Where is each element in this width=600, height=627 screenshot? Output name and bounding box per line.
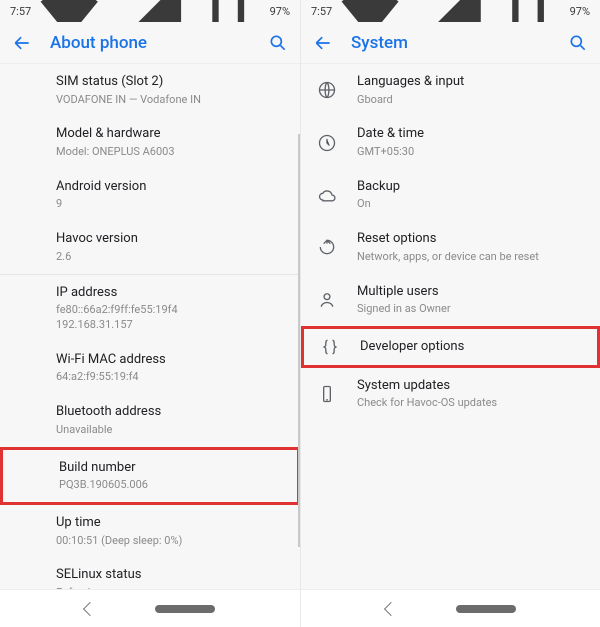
list-item[interactable]: SIM status (Slot 2) VODAFONE IN — Vodafon… [0, 64, 300, 116]
nav-back[interactable] [83, 601, 97, 615]
list-item[interactable]: System updatesCheck for Havoc-OS updates [301, 368, 600, 420]
nav-home[interactable] [155, 605, 215, 613]
status-time: 7:57 [311, 5, 332, 18]
list-item-secondary: Model: ONEPLUS A6003 [56, 145, 284, 160]
navbar [301, 589, 600, 627]
list-item-primary: IP address [56, 284, 284, 302]
list-item[interactable]: Wi-Fi MAC address64:a2:f9:55:19:f4 [0, 342, 300, 394]
list-item-primary: System updates [357, 377, 584, 395]
navbar [0, 589, 300, 627]
list-item[interactable]: Developer options [301, 326, 600, 368]
list-item-secondary: 2.6 [56, 250, 284, 265]
list-item[interactable]: Model & hardware Model: ONEPLUS A6003 [0, 116, 300, 168]
back-button[interactable] [313, 33, 333, 53]
battery-percent: 97% [270, 5, 290, 18]
list-item-secondary: VODAFONE IN — Vodafone IN [56, 93, 284, 108]
search-button[interactable] [268, 33, 288, 53]
list-item-secondary: GMT+05:30 [357, 145, 584, 160]
list-item-secondary: Enforcing [56, 586, 284, 589]
globe-icon [317, 80, 337, 100]
list-item[interactable]: Havoc version 2.6 [0, 221, 300, 273]
list-item-primary: Wi-Fi MAC address [56, 351, 284, 369]
list-item[interactable]: Up time 00:10:51 (Deep sleep: 0%) [0, 505, 300, 557]
appbar: System [301, 22, 600, 64]
list-item-primary: Date & time [357, 125, 584, 143]
list-item-primary: Languages & input [357, 73, 584, 91]
list-item-secondary: Network, apps, or device can be reset [357, 250, 584, 265]
back-button[interactable] [12, 33, 32, 53]
nav-home[interactable] [456, 605, 516, 613]
list-item-primary: Bluetooth address [56, 403, 284, 421]
list-item-primary: Developer options [360, 338, 581, 356]
cloud-icon [317, 185, 337, 205]
list-item[interactable]: Build numberPQ3B.190605.006 [0, 447, 300, 505]
search-button[interactable] [568, 33, 588, 53]
statusbar: 7:57 97% [0, 0, 300, 22]
list-item[interactable]: IP addressfe80::66a2:f9ff:fe55:19f4 192.… [0, 275, 300, 342]
list-item[interactable]: Multiple usersSigned in as Owner [301, 274, 600, 326]
list-item-secondary: 64:a2:f9:55:19:f4 [56, 370, 284, 385]
list-item-secondary: Gboard [357, 93, 584, 108]
list-item[interactable]: Date & time GMT+05:30 [301, 116, 600, 168]
appbar: About phone [0, 22, 300, 64]
battery-percent: 97% [570, 5, 590, 18]
list-item-primary: SELinux status [56, 566, 284, 584]
list-item-primary: Reset options [357, 230, 584, 248]
list-item-secondary: fe80::66a2:f9ff:fe55:19f4 192.168.31.157 [56, 303, 284, 333]
list-item[interactable]: Reset options Network, apps, or device ca… [301, 221, 600, 273]
device-icon [317, 384, 337, 404]
list-item[interactable]: SELinux status Enforcing [0, 557, 300, 589]
list-item-primary: SIM status (Slot 2) [56, 73, 284, 91]
braces-icon [320, 337, 340, 357]
phone-right: 7:57 97% System Languages & input Gboard D… [300, 0, 600, 627]
list-item-secondary: Check for Havoc-OS updates [357, 396, 584, 411]
person-icon [317, 290, 337, 310]
list-item-secondary: Signed in as Owner [357, 302, 584, 317]
list-item-secondary: Unavailable [56, 423, 284, 438]
restore-icon [317, 237, 337, 257]
list-item[interactable]: BackupOn [301, 169, 600, 221]
list-item-primary: Backup [357, 178, 584, 196]
list-item[interactable]: Bluetooth address Unavailable [0, 394, 300, 446]
list-item-primary: Havoc version [56, 230, 284, 248]
list-item-secondary: PQ3B.190605.006 [59, 478, 281, 493]
statusbar: 7:57 97% [301, 0, 600, 22]
list-item-secondary: 9 [56, 197, 284, 212]
status-time: 7:57 [10, 5, 31, 18]
list-item-secondary: On [357, 197, 584, 212]
list-item-primary: Up time [56, 514, 284, 532]
list-item-secondary: 00:10:51 (Deep sleep: 0%) [56, 534, 284, 549]
page-title: About phone [50, 33, 250, 53]
list-item-primary: Build number [59, 459, 281, 477]
list-item-primary: Multiple users [357, 283, 584, 301]
list-item[interactable]: Android version9 [0, 169, 300, 221]
list-item-primary: Android version [56, 178, 284, 196]
settings-list[interactable]: SIM status (Slot 2) VODAFONE IN — Vodafon… [0, 64, 300, 589]
list-item-primary: Model & hardware [56, 125, 284, 143]
phone-left: 7:57 97% About phone SIM status (Slot 2)… [0, 0, 300, 627]
nav-back[interactable] [383, 601, 397, 615]
clock-icon [317, 133, 337, 153]
list-item[interactable]: Languages & input Gboard [301, 64, 600, 116]
page-title: System [351, 33, 550, 53]
settings-list[interactable]: Languages & input Gboard Date & time GMT+05… [301, 64, 600, 589]
